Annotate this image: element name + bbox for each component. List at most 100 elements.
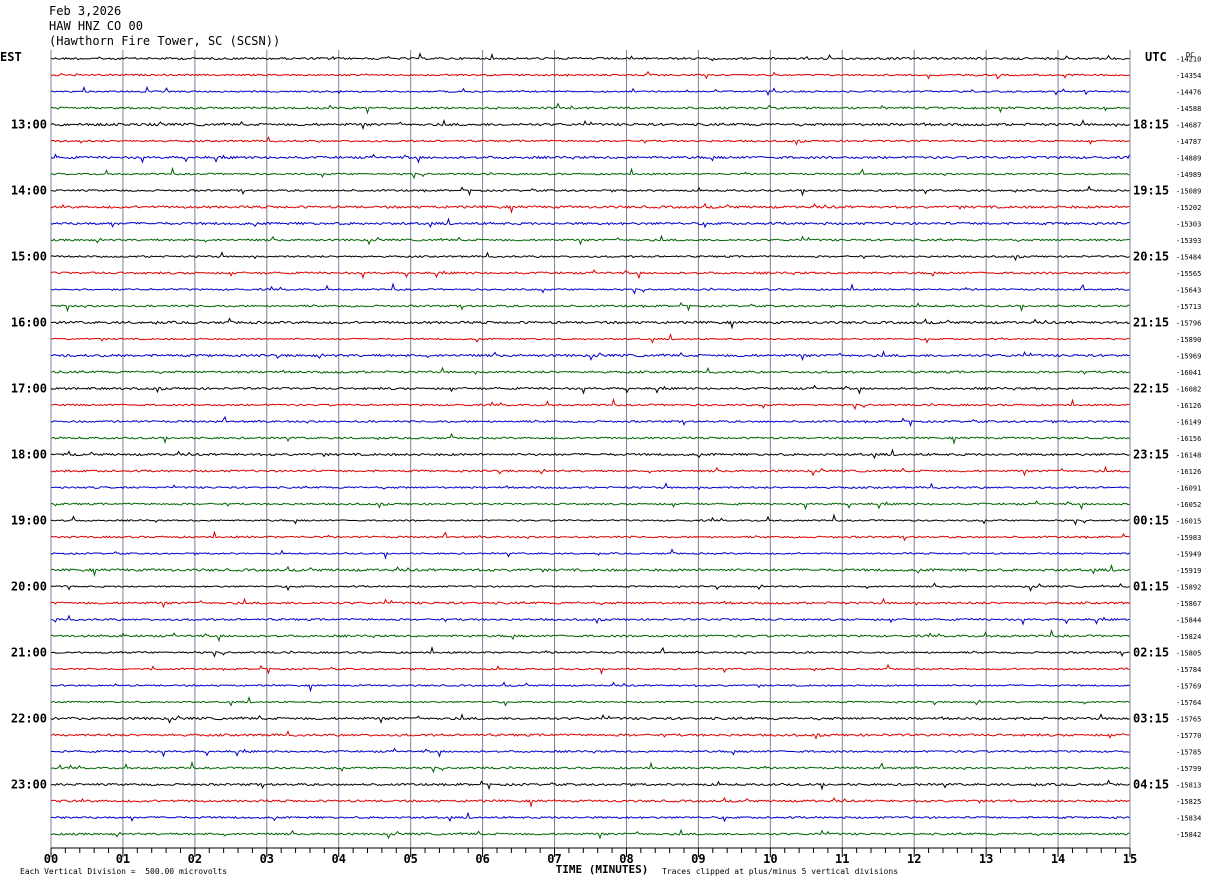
dc-offset-label: -15890	[1176, 336, 1201, 344]
seismic-trace	[50, 548, 1130, 560]
plot-date: Feb 3,2026	[49, 4, 122, 18]
x-axis-label: TIME (MINUTES)	[556, 863, 649, 876]
right-hour-label: 00:15	[1133, 514, 1169, 528]
seismic-trace	[50, 415, 1130, 428]
dc-offset-label: -15770	[1176, 732, 1201, 740]
seismic-trace	[51, 645, 1130, 658]
dc-offset-label: -15202	[1176, 204, 1201, 212]
right-hour-label: 21:15	[1133, 316, 1169, 330]
seismic-trace	[50, 582, 1130, 592]
seismic-trace	[50, 70, 1130, 80]
dc-offset-label: -14687	[1176, 122, 1201, 130]
dc-offset-label: -16052	[1176, 501, 1201, 509]
dc-offset-label: -15834	[1176, 815, 1201, 823]
seismic-trace	[50, 251, 1130, 262]
seismic-trace	[50, 349, 1130, 362]
dc-offset-label: -15983	[1176, 534, 1201, 542]
seismic-trace	[50, 217, 1130, 229]
seismic-trace	[51, 695, 1130, 707]
dc-offset-label: -15844	[1176, 617, 1201, 625]
dc-offset-label: -15799	[1176, 765, 1201, 773]
dc-offset-label: -15769	[1176, 683, 1201, 691]
x-tick-label: 01	[116, 852, 130, 866]
left-hour-label: 17:00	[11, 382, 47, 396]
dc-offset-label: -16091	[1176, 485, 1201, 493]
seismic-trace	[50, 234, 1130, 246]
seismic-trace	[50, 760, 1130, 774]
x-tick-label: 10	[763, 852, 777, 866]
dc-offset-label: -15784	[1176, 666, 1201, 674]
seismic-trace	[50, 153, 1130, 164]
dc-offset-label: -14989	[1176, 171, 1201, 179]
seismic-trace	[50, 135, 1130, 146]
dc-offset-label: -15303	[1176, 221, 1201, 229]
dc-offset-label: -16156	[1176, 435, 1201, 443]
left-timezone-label: EST	[0, 50, 22, 64]
seismic-trace	[50, 663, 1130, 676]
dc-offset-label: -16041	[1176, 369, 1201, 377]
seismic-trace	[50, 366, 1130, 375]
dc-offset-label: -15842	[1176, 831, 1201, 839]
left-hour-label: 23:00	[11, 778, 47, 792]
dc-offset-label: -15813	[1176, 782, 1201, 790]
x-tick-label: 00	[44, 852, 58, 866]
dc-offset-label: -16126	[1176, 468, 1201, 476]
seismic-trace	[50, 482, 1130, 491]
right-hour-label: 01:15	[1133, 580, 1169, 594]
left-hour-label: 15:00	[11, 250, 47, 264]
x-tick-label: 04	[332, 852, 346, 866]
x-tick-label: 13	[979, 852, 993, 866]
seismic-trace	[50, 448, 1130, 460]
seismic-trace	[50, 465, 1130, 477]
seismic-trace	[50, 269, 1130, 280]
left-hour-label: 16:00	[11, 316, 47, 330]
clip-note: Traces clipped at plus/minus 5 vertical …	[662, 867, 899, 876]
dc-offset-label: -15867	[1176, 600, 1201, 608]
seismic-trace	[50, 52, 1130, 62]
dc-offset-label: -16082	[1176, 386, 1201, 394]
seismic-trace	[50, 202, 1130, 215]
dc-offset-label: -15764	[1176, 699, 1201, 707]
x-tick-label: 02	[188, 852, 202, 866]
left-hour-label: 13:00	[11, 118, 47, 132]
seismic-trace	[50, 796, 1130, 809]
dc-offset-label: -14889	[1176, 155, 1201, 163]
seismic-trace	[50, 102, 1130, 115]
right-hour-label: 20:15	[1133, 250, 1169, 264]
x-tick-label: 09	[691, 852, 705, 866]
right-hour-label: 04:15	[1133, 778, 1169, 792]
right-hour-label: 02:15	[1133, 646, 1169, 660]
left-hour-label: 22:00	[11, 712, 47, 726]
x-tick-label: 15	[1123, 852, 1137, 866]
dc-offset-label: -15805	[1176, 650, 1201, 658]
seismic-trace	[50, 282, 1130, 295]
seismic-trace	[50, 597, 1130, 609]
seismic-trace	[50, 614, 1130, 626]
seismic-trace	[50, 779, 1130, 791]
seismic-trace	[50, 301, 1130, 313]
seismic-trace	[50, 166, 1130, 180]
channel-code: HAW HNZ CO 00	[49, 19, 143, 33]
seismic-trace	[50, 384, 1130, 395]
helicorder-plot: 00 01 02 03 04 05 06 07 08 09 10 11 12 13 14 15TIME (MI…	[0, 50, 1201, 876]
dc-offset-label: -16015	[1176, 518, 1201, 526]
seismic-trace	[51, 317, 1130, 330]
dc-offset-label: -16126	[1176, 402, 1201, 410]
dc-offset-label: -15949	[1176, 551, 1201, 559]
seismic-trace	[50, 712, 1130, 725]
seismic-trace	[50, 747, 1130, 758]
right-timezone-label: UTC	[1145, 50, 1167, 64]
seismic-trace	[50, 563, 1130, 578]
dc-offset-label: -15892	[1176, 584, 1201, 592]
left-hour-label: 14:00	[11, 184, 47, 198]
seismic-trace	[51, 332, 1130, 344]
right-hour-label: 22:15	[1133, 382, 1169, 396]
seismic-trace	[50, 628, 1130, 643]
right-hour-label: 19:15	[1133, 184, 1169, 198]
dc-offset-label: -16148	[1176, 452, 1201, 460]
seismic-trace	[50, 118, 1130, 131]
dc-offset-label: -15796	[1176, 320, 1201, 328]
right-hour-label: 23:15	[1133, 448, 1169, 462]
x-tick-label: 05	[403, 852, 417, 866]
dc-offset-label: -15565	[1176, 270, 1201, 278]
